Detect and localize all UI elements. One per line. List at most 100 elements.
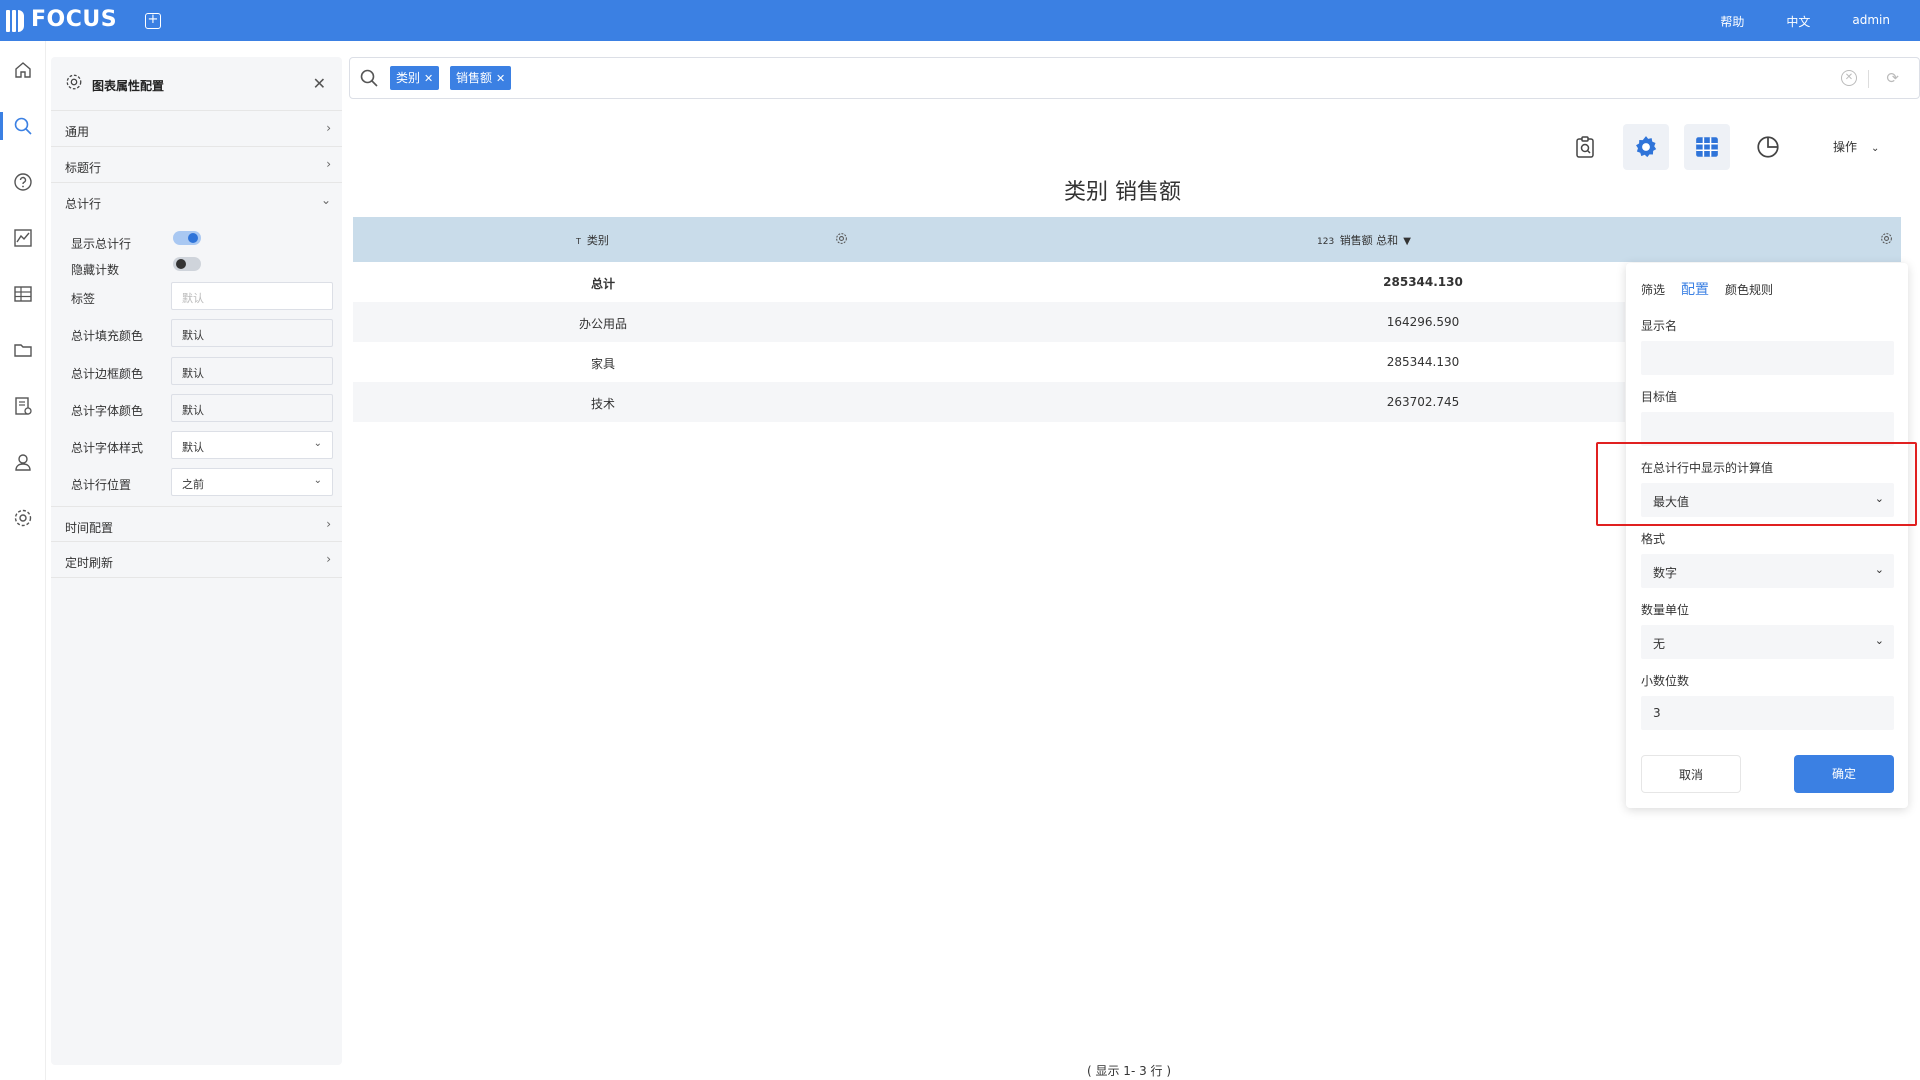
show-total-toggle[interactable] xyxy=(173,231,201,245)
cancel-button[interactable]: 取消 xyxy=(1641,755,1741,793)
position-label: 总计行位置 xyxy=(71,478,132,492)
tab-config[interactable]: 配置 xyxy=(1681,279,1709,299)
column-header-category[interactable]: T 类别 xyxy=(576,232,609,248)
gear-icon xyxy=(65,73,83,94)
position-value: 之前 xyxy=(182,478,204,491)
target-value-input[interactable] xyxy=(1641,412,1894,446)
chevron-down-icon: ⌄ xyxy=(320,193,331,207)
logo[interactable]: FOCUS xyxy=(6,7,117,32)
operations-label: 操作 xyxy=(1833,140,1858,154)
label-input[interactable]: 默认 xyxy=(171,282,333,310)
column-config-popup: 筛选 配置 颜色规则 显示名 目标值 在总计行中显示的计算值 最大值 ⌄ 格式 … xyxy=(1626,263,1908,808)
divider xyxy=(1868,70,1869,88)
tab-color-rules[interactable]: 颜色规则 xyxy=(1725,281,1773,298)
fill-color-label: 总计填充颜色 xyxy=(71,329,144,343)
section-total-row[interactable]: 总计行 ⌄ xyxy=(51,183,342,219)
chart-config-panel: 图表属性配置 ✕ 通用 › 标题行 › 总计行 ⌄ 显示总计行 隐藏计数 标签 … xyxy=(51,57,342,1065)
cell-sales: 285344.130 xyxy=(1383,275,1463,289)
section-label: 总计行 xyxy=(65,197,102,211)
search-icon[interactable] xyxy=(0,106,46,146)
refresh-icon[interactable]: ⟳ xyxy=(1886,69,1899,87)
report-icon[interactable] xyxy=(0,386,46,426)
column-label: 类别 xyxy=(586,234,609,247)
table-row-total: 总计 285344.130 xyxy=(353,262,1625,302)
user-icon[interactable] xyxy=(0,442,46,482)
chip-label: 类别 xyxy=(396,71,421,85)
section-time-config[interactable]: 时间配置 › xyxy=(51,506,342,542)
help-link[interactable]: 帮助 xyxy=(1720,13,1744,30)
format-label: 格式 xyxy=(1641,532,1666,546)
clipboard-search-icon[interactable] xyxy=(1562,124,1608,170)
settings-gear-icon[interactable] xyxy=(1623,124,1669,170)
font-style-value: 默认 xyxy=(182,441,204,454)
search-chip-sales[interactable]: 销售额 ✕ xyxy=(450,66,512,90)
section-general[interactable]: 通用 › xyxy=(51,111,342,147)
section-label: 通用 xyxy=(65,125,90,139)
home-icon[interactable] xyxy=(0,50,46,90)
settings-icon[interactable] xyxy=(0,498,46,538)
column-settings-icon[interactable] xyxy=(1880,232,1893,248)
top-bar: FOCUS + 帮助 中文 admin xyxy=(0,0,1920,41)
logo-icon xyxy=(6,8,24,32)
cell-sales: 164296.590 xyxy=(1386,315,1460,329)
table-icon[interactable] xyxy=(0,274,46,314)
cell-category: 技术 xyxy=(590,397,615,411)
clear-icon[interactable]: ✕ xyxy=(1841,70,1857,86)
config-panel-header: 图表属性配置 ✕ xyxy=(51,57,342,111)
chevron-down-icon: ⌄ xyxy=(1874,563,1884,576)
help-icon[interactable] xyxy=(0,162,46,202)
language-switch[interactable]: 中文 xyxy=(1786,13,1810,30)
search-chip-category[interactable]: 类别 ✕ xyxy=(390,66,440,90)
text-type-icon: T xyxy=(576,237,581,246)
position-select[interactable]: 之前 ⌄ xyxy=(171,468,333,496)
chevron-right-icon: › xyxy=(326,157,331,171)
font-color-input[interactable]: 默认 xyxy=(171,394,333,422)
column-header-sales[interactable]: 123 销售额 总和 ▼ xyxy=(1317,232,1411,248)
font-style-row: 总计字体样式 默认 ⌄ xyxy=(51,431,342,461)
section-timed-refresh[interactable]: 定时刷新 › xyxy=(51,542,342,578)
position-row: 总计行位置 之前 ⌄ xyxy=(51,468,342,498)
folder-icon[interactable] xyxy=(0,330,46,370)
hide-count-row: 隐藏计数 xyxy=(51,253,342,283)
border-color-input[interactable]: 默认 xyxy=(171,357,333,385)
column-label: 销售额 总和 xyxy=(1339,234,1399,247)
font-color-label: 总计字体颜色 xyxy=(71,404,144,418)
table-header: T 类别 123 销售额 总和 ▼ xyxy=(353,217,1901,262)
close-icon[interactable]: ✕ xyxy=(496,72,505,85)
new-tab-plus-icon[interactable]: + xyxy=(145,13,161,29)
table-view-icon[interactable] xyxy=(1684,124,1730,170)
chevron-down-icon: ⌄ xyxy=(1874,634,1884,647)
hide-count-toggle[interactable] xyxy=(173,257,201,271)
column-settings-icon[interactable] xyxy=(835,232,848,248)
fill-color-input[interactable]: 默认 xyxy=(171,319,333,347)
table-row: 办公用品 164296.590 xyxy=(353,302,1625,342)
format-value: 数字 xyxy=(1653,566,1678,580)
display-name-input[interactable] xyxy=(1641,341,1894,375)
close-icon[interactable]: ✕ xyxy=(313,74,326,93)
font-style-select[interactable]: 默认 ⌄ xyxy=(171,431,333,459)
chart-icon[interactable] xyxy=(0,218,46,258)
logo-text: FOCUS xyxy=(31,7,118,32)
close-icon[interactable]: ✕ xyxy=(424,72,433,85)
label-row: 标签 默认 xyxy=(51,282,342,312)
format-select[interactable]: 数字 ⌄ xyxy=(1641,554,1894,588)
user-menu[interactable]: admin xyxy=(1852,13,1890,30)
highlight-box xyxy=(1596,442,1917,526)
pie-chart-icon[interactable] xyxy=(1745,124,1791,170)
operations-menu[interactable]: 操作 ⌄ xyxy=(1833,138,1879,155)
tab-filter[interactable]: 筛选 xyxy=(1641,281,1665,298)
left-nav-rail xyxy=(0,41,46,1080)
confirm-button[interactable]: 确定 xyxy=(1794,755,1894,793)
target-value-label: 目标值 xyxy=(1641,390,1678,404)
unit-select[interactable]: 无 ⌄ xyxy=(1641,625,1894,659)
section-title-row[interactable]: 标题行 › xyxy=(51,147,342,183)
decimals-input[interactable]: 3 xyxy=(1641,696,1894,730)
unit-value: 无 xyxy=(1653,637,1666,651)
chevron-down-icon: ⌄ xyxy=(313,475,322,486)
sort-desc-icon[interactable]: ▼ xyxy=(1403,236,1411,247)
search-bar[interactable]: 类别 ✕ 销售额 ✕ ✕ ⟳ xyxy=(349,57,1920,99)
section-label: 定时刷新 xyxy=(65,556,114,570)
display-name-label: 显示名 xyxy=(1641,319,1678,333)
hide-count-label: 隐藏计数 xyxy=(71,263,120,277)
number-type-icon: 123 xyxy=(1317,237,1335,247)
